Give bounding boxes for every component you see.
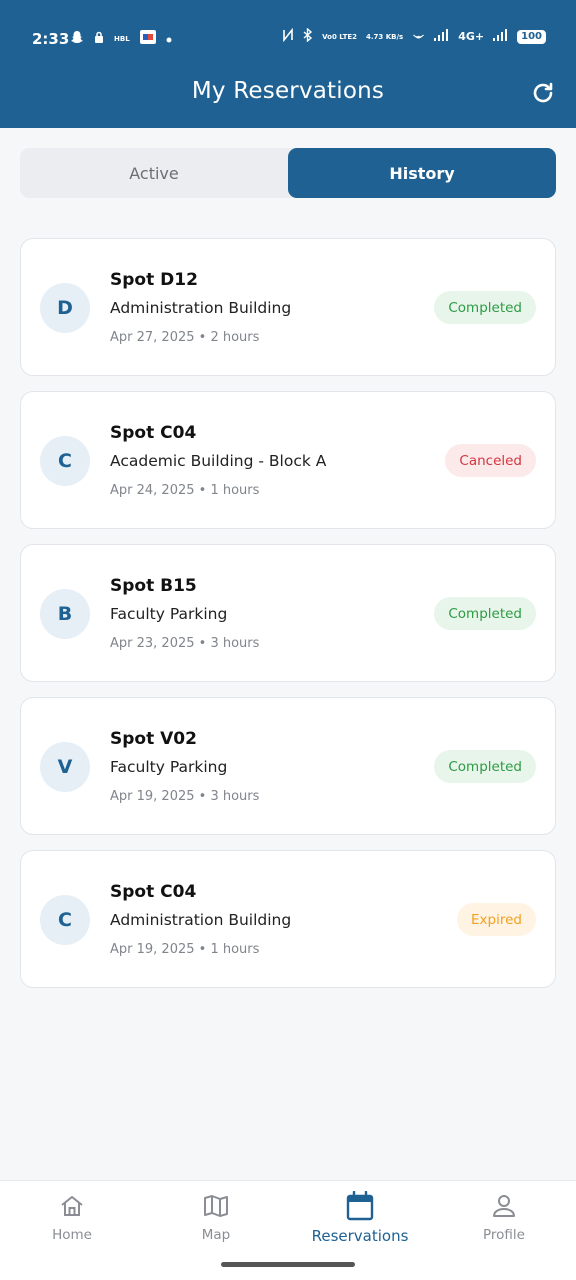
home-icon [59, 1191, 85, 1221]
nfc-icon [282, 27, 294, 45]
building-name: Academic Building - Block A [110, 452, 327, 470]
spot-name: Spot B15 [110, 576, 197, 596]
tab-active[interactable]: Active [20, 148, 288, 198]
reservation-meta: Apr 27, 2025 • 2 hours [110, 330, 260, 345]
status-notification-icons: HBL [70, 30, 172, 47]
reservation-tabs: Active History [20, 148, 556, 198]
calendar-icon [346, 1191, 374, 1221]
status-badge: Canceled [445, 444, 536, 477]
volte-indicator: Vo0 LTE2 [322, 32, 358, 41]
building-name: Administration Building [110, 911, 292, 929]
reservation-meta: Apr 23, 2025 • 3 hours [110, 636, 260, 651]
spot-name: Spot V02 [110, 729, 197, 749]
reservation-meta: Apr 24, 2025 • 1 hours [110, 483, 260, 498]
snapchat-icon [70, 30, 84, 47]
reservation-list: D Spot D12 Administration Building Apr 2… [20, 238, 556, 1003]
reservation-meta: Apr 19, 2025 • 1 hours [110, 942, 260, 957]
spot-name: Spot C04 [110, 882, 197, 902]
hotspot-icon [412, 29, 425, 45]
app-notification-icon [139, 30, 156, 47]
status-badge: Expired [457, 903, 536, 936]
nav-profile[interactable]: Profile [432, 1191, 576, 1253]
network-speed: 4.73 KB/s [366, 32, 404, 41]
status-bar: 2:33 HBL Vo0 LTE2 4.73 KB/s 4G+ 100 [0, 0, 576, 78]
carrier-tag: HBL [114, 34, 130, 43]
nav-reservations-label: Reservations [311, 1227, 409, 1245]
spot-avatar: C [40, 895, 90, 945]
refresh-button[interactable] [528, 80, 558, 110]
page-title: My Reservations [191, 78, 385, 104]
lock-icon [94, 31, 104, 47]
building-name: Administration Building [110, 299, 292, 317]
battery-indicator: 100 [517, 29, 546, 44]
reservation-card[interactable]: V Spot V02 Faculty Parking Apr 19, 2025 … [20, 697, 556, 835]
building-name: Faculty Parking [110, 605, 228, 623]
building-name: Faculty Parking [110, 758, 228, 776]
signal-icon-2 [493, 29, 508, 44]
status-badge: Completed [434, 597, 536, 630]
tab-history[interactable]: History [288, 148, 556, 198]
reservation-card[interactable]: D Spot D12 Administration Building Apr 2… [20, 238, 556, 376]
signal-icon [434, 29, 449, 44]
reservation-card[interactable]: C Spot C04 Administration Building Apr 1… [20, 850, 556, 988]
nav-reservations[interactable]: Reservations [288, 1191, 432, 1253]
status-system-icons: Vo0 LTE2 4.73 KB/s 4G+ 100 [282, 27, 546, 45]
nav-home-label: Home [52, 1227, 92, 1243]
map-icon [203, 1191, 229, 1221]
refresh-icon [531, 81, 555, 109]
reservation-card[interactable]: B Spot B15 Faculty Parking Apr 23, 2025 … [20, 544, 556, 682]
nav-home[interactable]: Home [0, 1191, 144, 1253]
network-type: 4G+ [458, 30, 485, 43]
spot-avatar: C [40, 436, 90, 486]
spot-avatar: V [40, 742, 90, 792]
status-time: 2:33 [32, 30, 70, 48]
nav-profile-label: Profile [483, 1227, 525, 1243]
home-indicator [221, 1262, 355, 1267]
spot-avatar: B [40, 589, 90, 639]
reservation-card[interactable]: C Spot C04 Academic Building - Block A A… [20, 391, 556, 529]
spot-avatar: D [40, 283, 90, 333]
app-header: 2:33 HBL Vo0 LTE2 4.73 KB/s 4G+ 100 My R… [0, 0, 576, 128]
status-badge: Completed [434, 291, 536, 324]
nav-map[interactable]: Map [144, 1191, 288, 1253]
bluetooth-icon [303, 27, 313, 45]
profile-icon [491, 1191, 517, 1221]
spot-name: Spot D12 [110, 270, 198, 290]
dot-icon [166, 32, 172, 46]
status-badge: Completed [434, 750, 536, 783]
spot-name: Spot C04 [110, 423, 197, 443]
nav-map-label: Map [201, 1227, 231, 1243]
reservation-meta: Apr 19, 2025 • 3 hours [110, 789, 260, 804]
